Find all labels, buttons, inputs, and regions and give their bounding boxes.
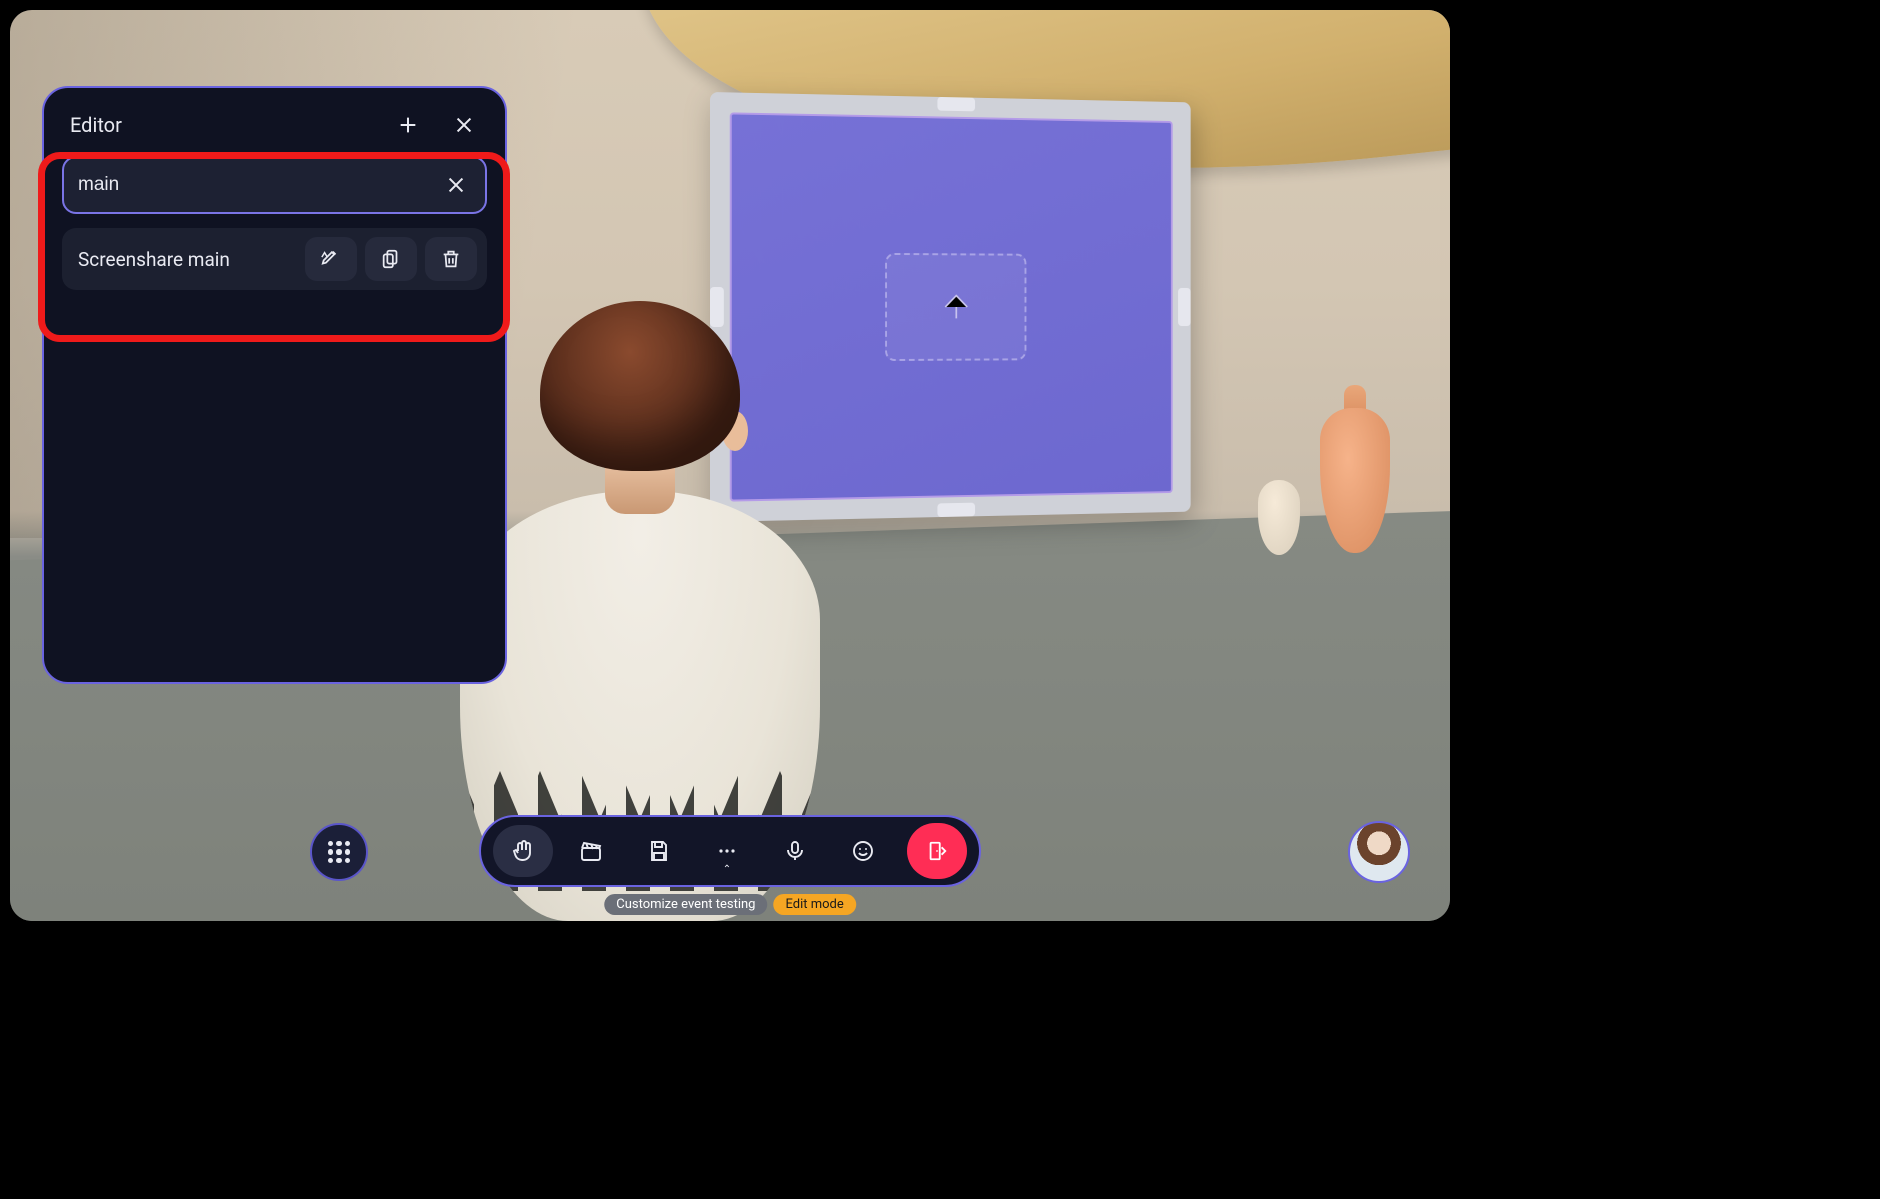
editor-close-button[interactable] [449, 110, 479, 140]
board-frame [710, 92, 1191, 522]
avatar-neck [605, 459, 675, 514]
leave-door-icon [926, 840, 948, 862]
close-icon [453, 114, 475, 136]
toolbar-more-button[interactable]: ⌃ [697, 825, 757, 877]
plus-icon [397, 114, 419, 136]
board-surface[interactable] [730, 112, 1173, 501]
sidebar-grid-button[interactable] [310, 823, 368, 881]
hand-raise-icon [511, 839, 535, 863]
editor-item-duplicate-button[interactable] [365, 237, 417, 281]
editor-add-button[interactable] [393, 110, 423, 140]
toolbar-reactions-button[interactable] [833, 825, 893, 877]
status-pill-context: Customize event testing [604, 894, 767, 915]
smile-icon [851, 839, 875, 863]
toolbar-mic-button[interactable] [765, 825, 825, 877]
save-icon [647, 839, 671, 863]
status-bar: Customize event testing Edit mode [604, 894, 856, 915]
chevron-up-icon: ⌃ [723, 864, 731, 875]
board-upload-dropzone[interactable] [885, 253, 1026, 361]
editor-search-input[interactable] [78, 174, 431, 196]
resize-handle-top[interactable] [937, 97, 975, 111]
resize-handle-left[interactable] [710, 287, 724, 327]
screenshare-board[interactable] [710, 92, 1191, 522]
editor-item-label: Screenshare main [78, 248, 297, 271]
scene-viewport: Editor Screenshare main [10, 10, 1450, 921]
trash-icon [440, 248, 462, 270]
profile-avatar-button[interactable] [1348, 821, 1410, 883]
editor-header: Editor [62, 106, 487, 154]
editor-item-delete-button[interactable] [425, 237, 477, 281]
resize-handle-right[interactable] [1178, 288, 1191, 326]
editor-item-rename-button[interactable] [305, 237, 357, 281]
toolbar-leave-button[interactable] [907, 823, 967, 879]
editor-panel: Editor Screenshare main [42, 86, 507, 684]
bottom-toolbar: ⌃ [479, 815, 981, 887]
copy-icon [380, 248, 402, 270]
editor-list-item[interactable]: Screenshare main [62, 228, 487, 290]
microphone-icon [783, 839, 807, 863]
toolbar-save-button[interactable] [629, 825, 689, 877]
upload-arrow-icon [937, 287, 975, 326]
editor-search-row [62, 156, 487, 214]
status-pill-mode: Edit mode [773, 894, 855, 915]
toolbar-hand-button[interactable] [493, 825, 553, 877]
clapperboard-icon [579, 839, 603, 863]
more-icon [715, 839, 739, 863]
grid-icon [328, 841, 350, 863]
resize-handle-bottom[interactable] [937, 503, 975, 517]
editor-title: Editor [70, 113, 122, 137]
toolbar-clapper-button[interactable] [561, 825, 621, 877]
rename-icon [320, 248, 342, 270]
close-icon [445, 174, 467, 196]
editor-search-clear-button[interactable] [441, 170, 471, 200]
